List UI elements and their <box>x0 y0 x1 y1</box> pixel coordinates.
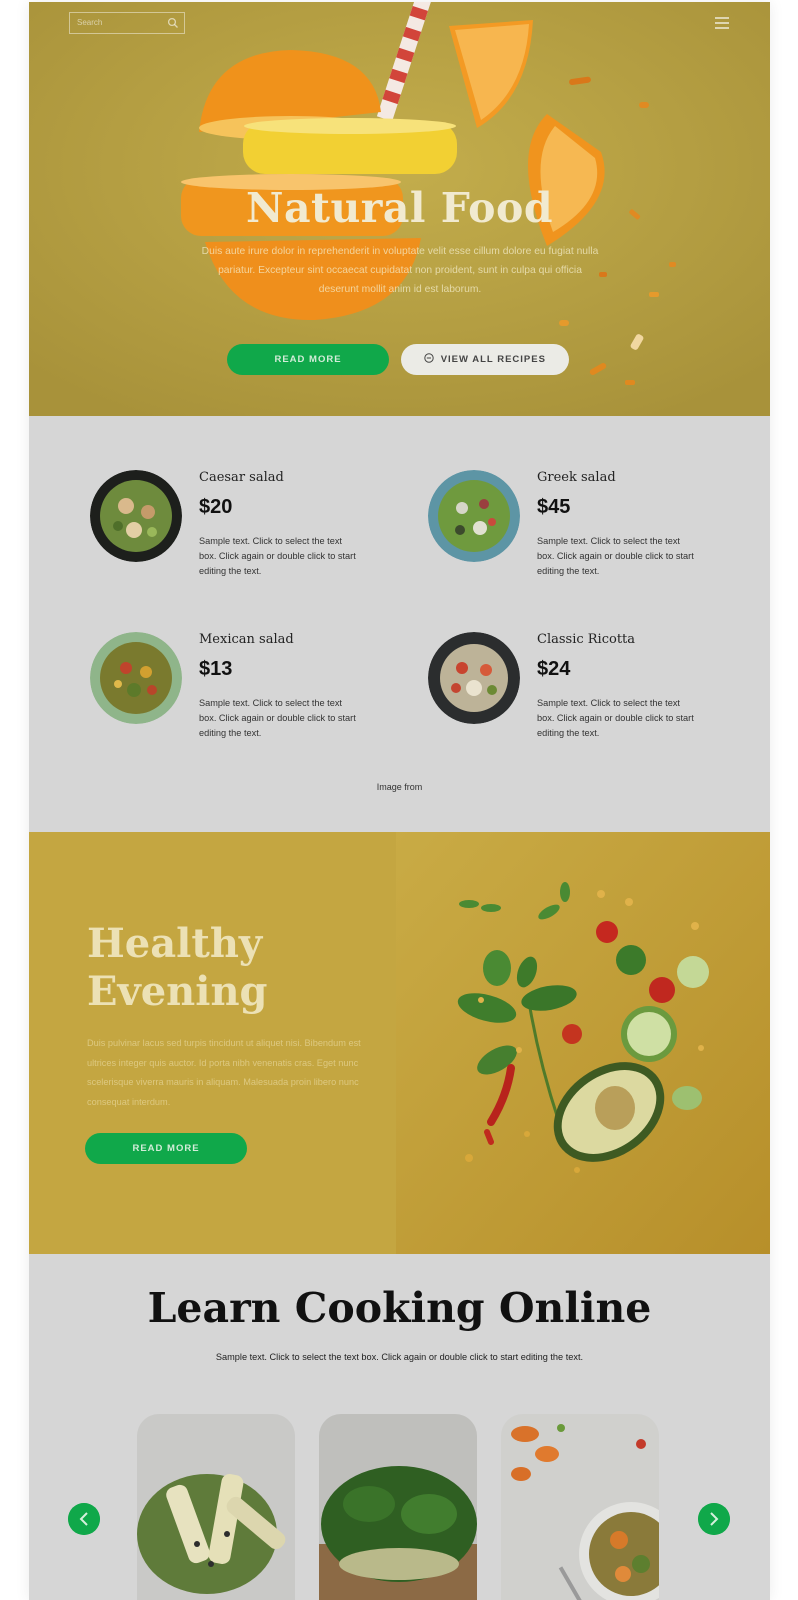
view-all-recipes-button[interactable]: VIEW ALL RECIPES <box>401 344 569 375</box>
page: Search Natural Food Duis aute irure dolo… <box>29 2 770 1600</box>
evening-title-line2: Evening <box>87 968 268 1015</box>
evening-read-more-label: READ MORE <box>132 1143 200 1154</box>
arrow-circle-icon <box>424 353 434 363</box>
carousel-prev-icon[interactable] <box>68 1503 100 1535</box>
search-placeholder: Search <box>77 18 103 27</box>
classic-ricotta-image <box>428 632 520 724</box>
evening-read-more-button[interactable]: READ MORE <box>85 1133 247 1164</box>
hero-text: Duis aute irure dolor in reprehenderit i… <box>201 246 599 295</box>
learn-title: Learn Cooking Online <box>147 1284 652 1332</box>
view-all-label: VIEW ALL RECIPES <box>440 354 546 365</box>
dish-description: Sample text. Click to select the text bo… <box>537 698 694 738</box>
carousel-next-icon[interactable] <box>698 1503 730 1535</box>
dish-name: Caesar salad <box>199 470 284 485</box>
menu-item: Classic Ricotta $24 Sample text. Click t… <box>428 632 728 752</box>
mexican-salad-image <box>90 632 182 724</box>
dish-description: Sample text. Click to select the text bo… <box>199 698 356 738</box>
evening-text: Duis pulvinar lacus sed turpis tincidunt… <box>87 1038 361 1107</box>
course-card-image[interactable] <box>501 1414 659 1600</box>
read-more-button[interactable]: READ MORE <box>227 344 389 375</box>
menu-item: Caesar salad $20 Sample text. Click to s… <box>90 470 390 590</box>
dish-price: $45 <box>537 496 571 518</box>
search-input[interactable]: Search <box>69 12 185 34</box>
healthy-evening-section: Healthy Evening Duis pulvinar lacus sed … <box>29 832 770 1254</box>
hero-title: Natural Food <box>245 184 554 232</box>
dish-name: Mexican salad <box>199 632 294 647</box>
read-more-label: READ MORE <box>274 354 342 365</box>
evening-title: Healthy Evening <box>87 920 268 1016</box>
course-card-image[interactable] <box>319 1414 477 1600</box>
dish-name: Greek salad <box>537 470 616 485</box>
dish-description: Sample text. Click to select the text bo… <box>537 536 694 576</box>
learn-text: Sample text. Click to select the text bo… <box>215 1352 584 1362</box>
menu-section: Caesar salad $20 Sample text. Click to s… <box>29 416 770 832</box>
dish-price: $24 <box>537 658 571 680</box>
image-credit: Image from <box>376 782 423 792</box>
dish-name: Classic Ricotta <box>537 632 636 647</box>
course-card-image[interactable] <box>137 1414 295 1600</box>
learn-cooking-section: Learn Cooking Online Sample text. Click … <box>29 1254 770 1600</box>
greek-salad-image <box>428 470 520 562</box>
dish-price: $20 <box>199 496 233 518</box>
dish-price: $13 <box>199 658 233 680</box>
hero-section: Search Natural Food Duis aute irure dolo… <box>29 2 770 416</box>
caesar-salad-image <box>90 470 182 562</box>
search-icon[interactable] <box>167 17 179 29</box>
dish-description: Sample text. Click to select the text bo… <box>199 536 356 576</box>
menu-item: Mexican salad $13 Sample text. Click to … <box>90 632 390 752</box>
evening-title-line1: Healthy <box>87 920 263 967</box>
menu-item: Greek salad $45 Sample text. Click to se… <box>428 470 728 590</box>
hamburger-menu-icon[interactable] <box>715 17 729 29</box>
